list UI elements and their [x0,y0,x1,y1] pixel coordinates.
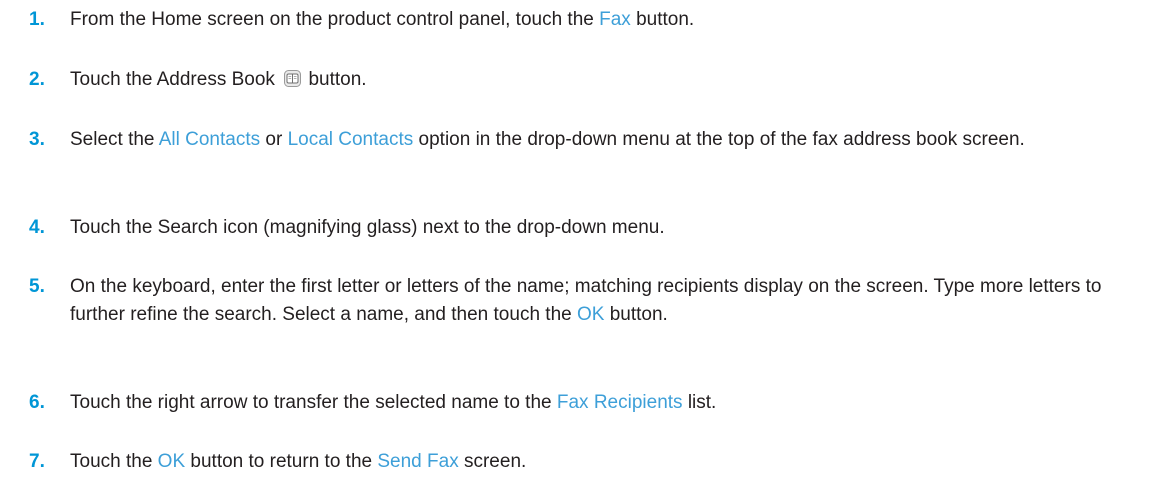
step-text: Touch the OK button to return to the Sen… [70,448,1160,476]
step-text: Touch the right arrow to transfer the se… [70,389,1160,417]
step-text-run: Touch the Address Book [70,69,281,90]
step-number: 2. [29,69,45,90]
step-text-run: Touch the Search icon (magnifying glass)… [70,217,665,238]
step-number: 4. [29,217,45,238]
step-text-run: button. [604,304,668,325]
step-number: 1. [29,9,45,30]
step-text-run: button to return to the [185,451,378,472]
ui-term: Send Fax [377,451,459,472]
ui-term: All Contacts [158,129,261,150]
step-number: 5. [29,276,45,297]
step-text-run: From the Home screen on the product cont… [70,9,600,30]
step-text: Touch the Search icon (magnifying glass)… [70,214,1160,242]
step-text: Touch the Address Book button. [70,66,1160,94]
step-text-run: button. [630,9,695,30]
step-text-run: Touch the [70,451,158,472]
ui-term: Fax Recipients [556,392,683,413]
step-text: From the Home screen on the product cont… [70,6,1160,34]
step-text-run: Select the [70,129,159,150]
step-text: Select the All Contacts or Local Contact… [70,126,1160,154]
step-text-run: screen. [458,451,527,472]
address-book-icon [284,68,302,87]
step-number: 3. [29,129,45,150]
step-text-run: option in the drop-down menu at the top … [413,129,1025,150]
step-text-run: or [260,129,288,150]
step-text-run: Touch the right arrow to transfer the se… [70,392,557,413]
ui-term: Fax [599,9,631,30]
ui-term: Local Contacts [287,129,414,150]
step-text-run: list. [682,392,717,413]
step-number: 7. [29,451,45,472]
step-text-run: button. [303,69,367,90]
instruction-steps: 1. From the Home screen on the product co… [0,0,1172,491]
step-number: 6. [29,392,45,413]
step-text: On the keyboard, enter the first letter … [70,273,1160,329]
ui-term: OK [157,451,186,472]
ui-term: OK [576,304,605,325]
